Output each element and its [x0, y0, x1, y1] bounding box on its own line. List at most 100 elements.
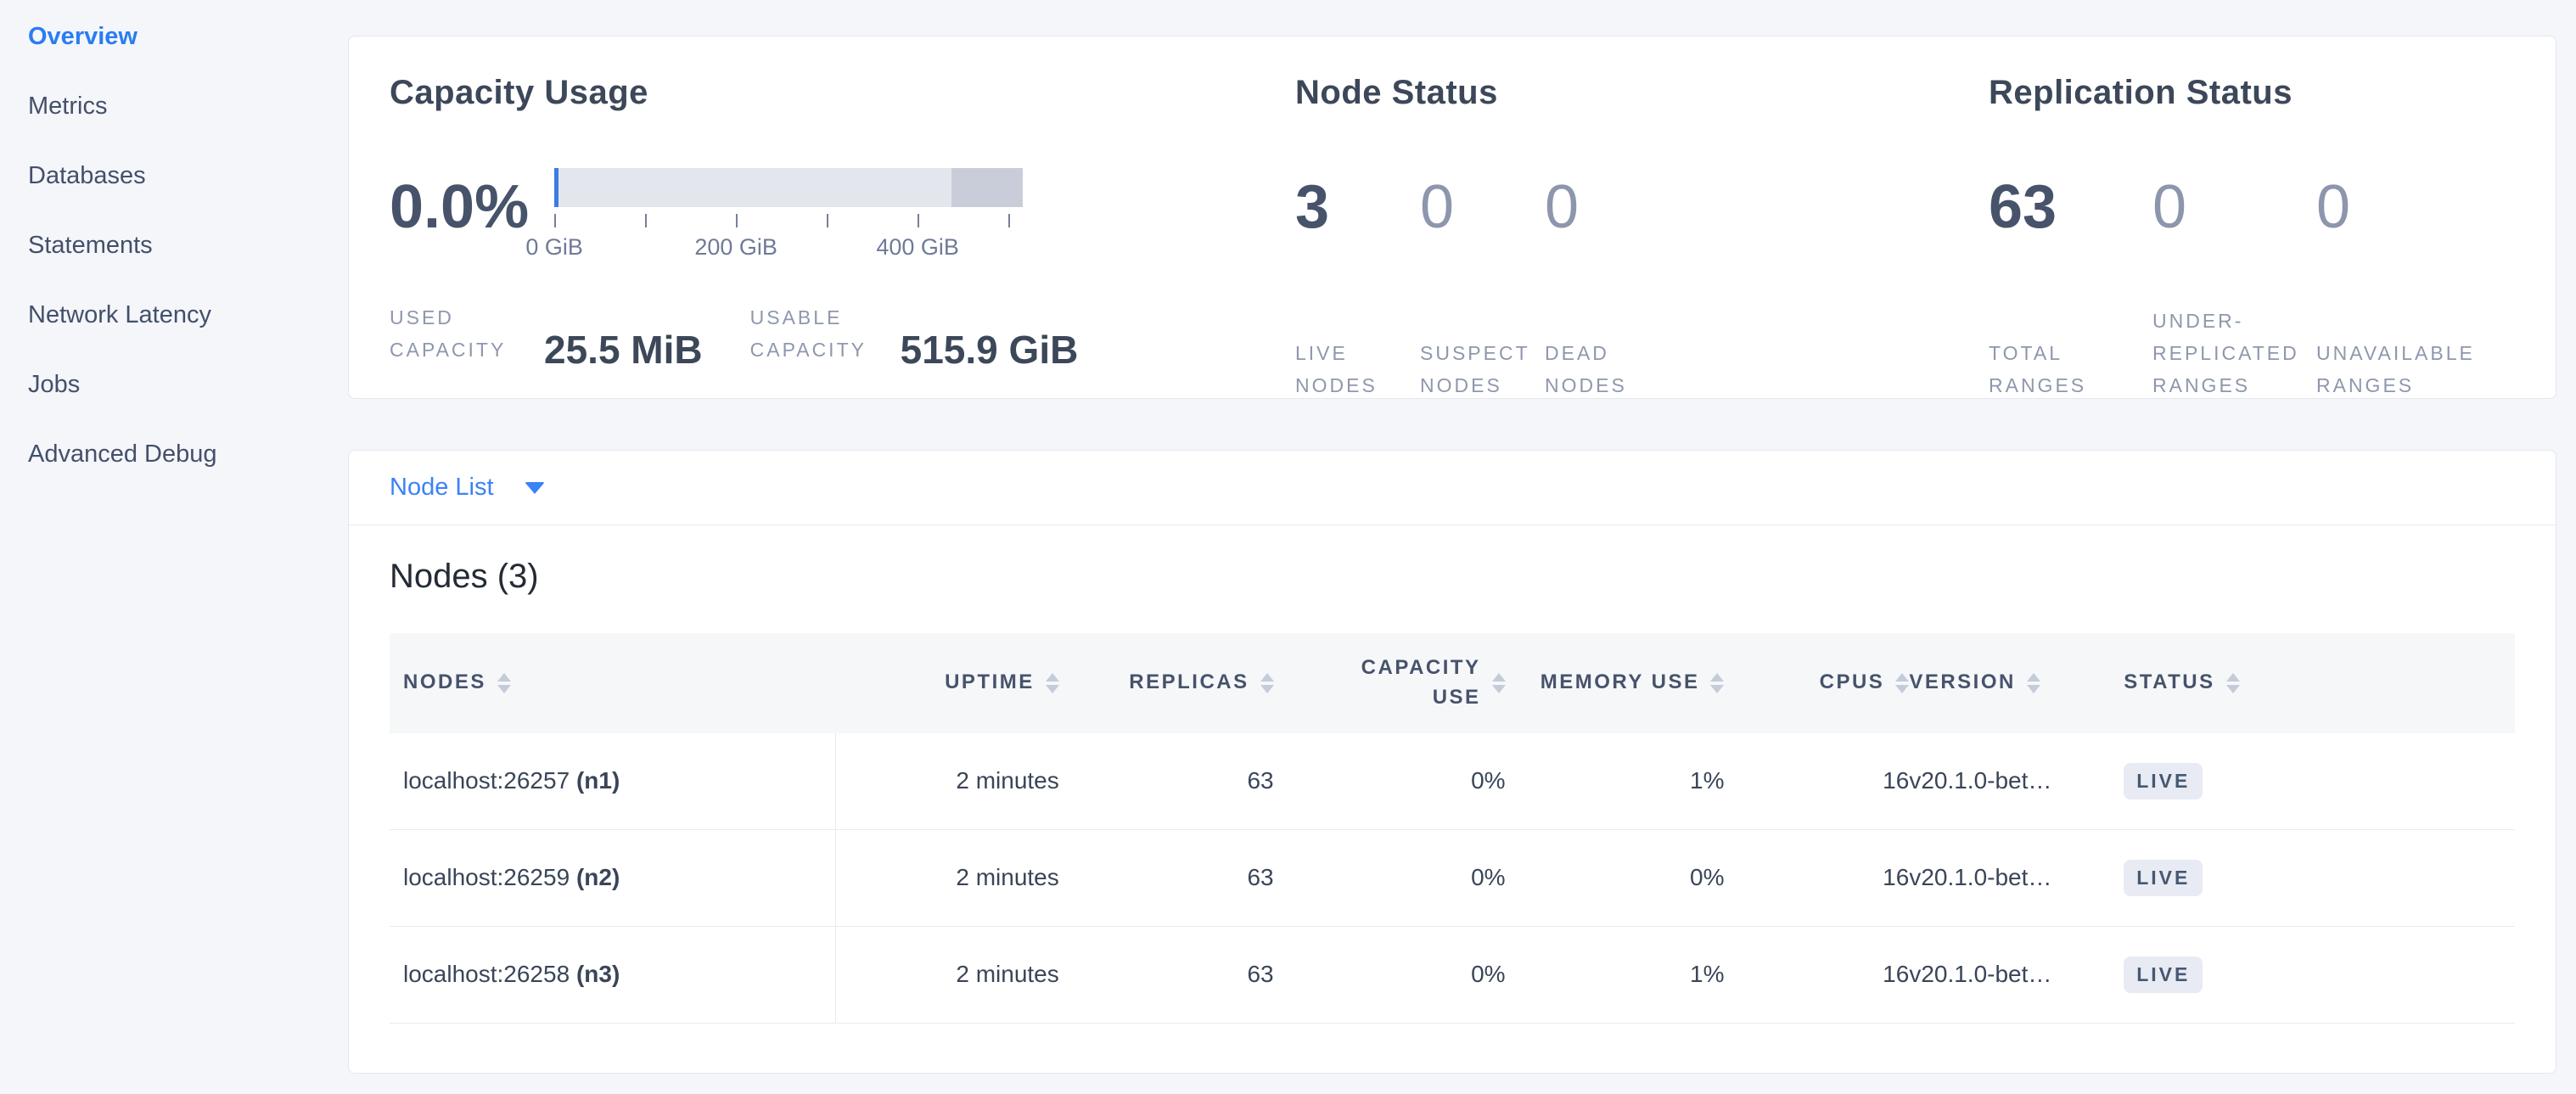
- cell-node-address: localhost:26258 (n3): [390, 926, 836, 1023]
- sort-icon[interactable]: [1492, 673, 1506, 693]
- cell-capacity_use: 0%: [1274, 733, 1506, 830]
- node-list-card: Node List Nodes (3) NODESUPTIMEREPLICASC…: [348, 450, 2556, 1074]
- sort-up-arrow: [1046, 673, 1059, 682]
- axis-tick: [827, 214, 828, 227]
- sort-up-arrow: [1895, 673, 1909, 682]
- stat-under--replicated-ranges: 0 UNDER-REPLICATEDRANGES: [2152, 161, 2316, 402]
- sort-down-arrow: [497, 685, 511, 693]
- column-header-cpus[interactable]: CPUS: [1724, 633, 1909, 733]
- node-id: (n2): [576, 864, 620, 890]
- stat-value: 25.5 MiB: [544, 330, 703, 369]
- column-header-version[interactable]: VERSION: [1909, 633, 2124, 733]
- cell-version: v20.1.0-bet…: [1909, 733, 2124, 830]
- cell-node-address: localhost:26259 (n2): [390, 829, 836, 926]
- column-header-status[interactable]: STATUS: [2124, 633, 2515, 733]
- column-header-memory_use[interactable]: MEMORY USE: [1506, 633, 1725, 733]
- sidebar-nav: OverviewMetricsDatabasesStatementsNetwor…: [0, 0, 348, 1029]
- capacity-usage-title: Capacity Usage: [390, 74, 1295, 112]
- column-header-inner: MEMORY USE: [1541, 668, 1725, 698]
- nodes-table-region: Nodes (3) NODESUPTIMEREPLICASCAPACITYUSE…: [349, 525, 2556, 1073]
- axis-tick: [1008, 214, 1010, 227]
- stat-label: TOTALRANGES: [1989, 338, 2152, 402]
- stat-label: UNDER-REPLICATEDRANGES: [2152, 306, 2316, 402]
- column-header-replicas[interactable]: REPLICAS: [1059, 633, 1274, 733]
- stat-number: 63: [1989, 177, 2152, 238]
- replication-status-title: Replication Status: [1989, 74, 2556, 112]
- replication-status-stats: 63 TOTALRANGES 0 UNDER-REPLICATEDRANGES0UNA…: [1989, 161, 2556, 402]
- sort-icon[interactable]: [2226, 673, 2240, 693]
- stat-total-ranges: 63 TOTALRANGES: [1989, 161, 2152, 402]
- sort-up-arrow: [2027, 673, 2040, 682]
- table-row[interactable]: localhost:26258 (n3)2 minutes630%1%16v20…: [390, 926, 2515, 1023]
- stat-suspect-nodes: 0SUSPECTNODES: [1420, 161, 1545, 402]
- cell-uptime: 2 minutes: [836, 733, 1059, 830]
- sort-icon[interactable]: [497, 673, 511, 693]
- cell-capacity_use: 0%: [1274, 926, 1506, 1023]
- chevron-down-icon[interactable]: [525, 482, 545, 494]
- column-header-capacity_use[interactable]: CAPACITYUSE: [1274, 633, 1506, 733]
- sort-icon[interactable]: [1046, 673, 1059, 693]
- cell-replicas: 63: [1059, 926, 1274, 1023]
- sort-down-arrow: [1046, 685, 1059, 693]
- axis-tick: [736, 214, 738, 227]
- node-id: (n3): [576, 961, 620, 987]
- stat-label: USEDCAPACITY: [390, 302, 532, 367]
- sidebar-item-metrics[interactable]: Metrics: [0, 71, 348, 141]
- sort-icon[interactable]: [2027, 673, 2040, 693]
- sidebar-item-databases[interactable]: Databases: [0, 141, 348, 210]
- axis-tick: [645, 214, 647, 227]
- table-row[interactable]: localhost:26259 (n2)2 minutes630%0%16v20…: [390, 829, 2515, 926]
- node-list-view-toggle[interactable]: Node List: [349, 451, 2556, 525]
- cell-memory_use: 1%: [1506, 733, 1725, 830]
- column-header-inner: NODES: [390, 668, 511, 698]
- sidebar-item-overview[interactable]: Overview: [0, 2, 348, 71]
- sort-down-arrow: [1260, 685, 1274, 693]
- sidebar-item-statements[interactable]: Statements: [0, 210, 348, 280]
- column-header-uptime[interactable]: UPTIME: [836, 633, 1059, 733]
- axis-tick-label: 0 GiB: [525, 234, 583, 261]
- capacity-stats: USEDCAPACITY 25.5 MiB USABLECAPACITY515.9 …: [390, 302, 1295, 367]
- stat-dead-nodes: 0DEADNODES: [1545, 161, 1670, 402]
- cell-uptime: 2 minutes: [836, 926, 1059, 1023]
- main-content: Capacity Usage 0.0% 0 GiB200 GiB400 GiB …: [348, 0, 2556, 1094]
- column-header-inner: STATUS: [2124, 668, 2239, 698]
- status-badge: LIVE: [2124, 957, 2203, 993]
- cell-node-address: localhost:26257 (n1): [390, 733, 836, 830]
- node-list-toggle-label[interactable]: Node List: [390, 474, 494, 502]
- cell-memory_use: 1%: [1506, 926, 1725, 1023]
- column-header-inner: UPTIME: [945, 668, 1059, 698]
- sort-down-arrow: [1710, 685, 1724, 693]
- sort-up-arrow: [1492, 673, 1506, 682]
- sort-icon[interactable]: [1710, 673, 1724, 693]
- capacity-bar-chart: 0 GiB200 GiB400 GiB: [554, 161, 1023, 258]
- axis-tick: [918, 214, 919, 227]
- cell-cpus: 16: [1724, 829, 1909, 926]
- column-header-label: MEMORY USE: [1541, 668, 1700, 698]
- cell-replicas: 63: [1059, 829, 1274, 926]
- stat-unavailable-ranges: 0UNAVAILABLERANGES: [2316, 161, 2480, 402]
- column-header-label: VERSION: [1909, 668, 2016, 698]
- stat-number: 0: [1420, 177, 1545, 238]
- table-header-row: NODES UPTIME REPLICASCAPACITYUSE MEMORY USE…: [390, 633, 2515, 733]
- sidebar-item-jobs[interactable]: Jobs: [0, 350, 348, 419]
- sidebar-item-advanced-debug[interactable]: Advanced Debug: [0, 419, 348, 489]
- stat-number: 0: [2152, 177, 2316, 238]
- sort-icon[interactable]: [1895, 673, 1909, 693]
- cell-status: LIVE: [2124, 829, 2515, 926]
- stat-value: 515.9 GiB: [901, 330, 1079, 369]
- column-header-label: UPTIME: [945, 668, 1035, 698]
- table-row[interactable]: localhost:26257 (n1)2 minutes630%1%16v20…: [390, 733, 2515, 830]
- status-badge: LIVE: [2124, 860, 2203, 896]
- usable-capacity-stat: USABLECAPACITY515.9 GiB: [750, 302, 1079, 367]
- cluster-summary-card: Capacity Usage 0.0% 0 GiB200 GiB400 GiB …: [348, 36, 2556, 399]
- column-header-nodes[interactable]: NODES: [390, 633, 836, 733]
- sort-icon[interactable]: [1260, 673, 1274, 693]
- status-badge: LIVE: [2124, 763, 2203, 799]
- sidebar-item-network-latency[interactable]: Network Latency: [0, 280, 348, 350]
- capacity-used-percent: 0.0%: [390, 177, 529, 238]
- sort-down-arrow: [1895, 685, 1909, 693]
- axis-tick-label: 200 GiB: [694, 234, 777, 261]
- capacity-bar-secondary-segment: [951, 168, 1023, 207]
- node-id: (n1): [576, 767, 620, 794]
- stat-label: LIVENODES: [1295, 338, 1420, 402]
